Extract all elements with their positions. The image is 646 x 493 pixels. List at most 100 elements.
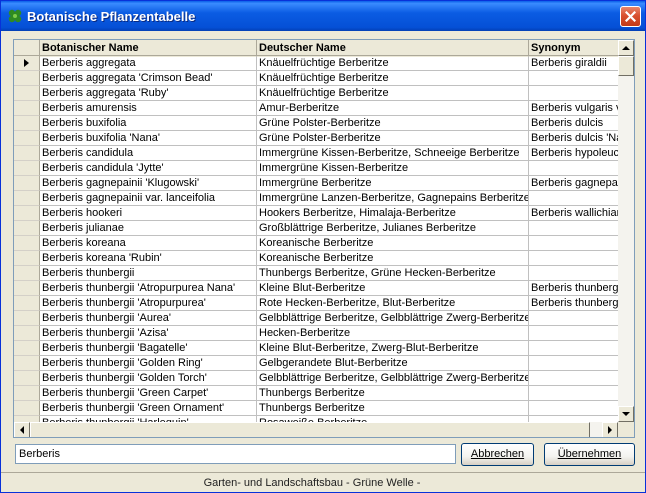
table-row[interactable]: Berberis koreana Koreanische Berberitze [14,236,618,251]
column-header-german-name[interactable]: Deutscher Name [257,40,529,56]
row-indicator[interactable] [14,296,40,311]
cell-german-name[interactable]: Immergrüne Kissen-Berberitze [257,161,529,176]
cell-botanical-name[interactable]: Berberis hookeri [40,206,257,221]
scroll-up-button[interactable] [618,40,634,56]
cell-synonym[interactable] [529,371,618,386]
cell-german-name[interactable]: Grüne Polster-Berberitze [257,116,529,131]
table-row[interactable]: Berberis hookeri Hookers Berberitze, Hima… [14,206,618,221]
cell-synonym[interactable] [529,356,618,371]
table-row[interactable]: Berberis thunbergii 'Bagatelle' Kleine Bl… [14,341,618,356]
cell-botanical-name[interactable]: Berberis gagnepainii var. lanceifolia [40,191,257,206]
row-indicator[interactable] [14,161,40,176]
cell-german-name[interactable]: Gelbblättrige Berberitze, Gelbblättrige … [257,371,529,386]
cell-synonym[interactable]: Berberis dulcis [529,116,618,131]
cell-german-name[interactable]: Immergrüne Lanzen-Berberitze, Gagnepains… [257,191,529,206]
cell-synonym[interactable] [529,311,618,326]
cell-botanical-name[interactable]: Berberis gagnepainii 'Klugowski' [40,176,257,191]
table-row[interactable]: Berberis gagnepainii var. lanceifolia Imm… [14,191,618,206]
cell-botanical-name[interactable]: Berberis buxifolia 'Nana' [40,131,257,146]
row-indicator[interactable] [14,116,40,131]
row-indicator[interactable] [14,386,40,401]
row-indicator[interactable] [14,56,40,71]
cell-botanical-name[interactable]: Berberis candidula 'Jytte' [40,161,257,176]
vertical-scroll-thumb[interactable] [618,56,634,76]
cell-synonym[interactable]: Berberis giraldii [529,56,618,71]
cell-botanical-name[interactable]: Berberis thunbergii 'Atropurpurea' [40,296,257,311]
cell-synonym[interactable]: Berberis dulcis 'Na [529,131,618,146]
search-input[interactable] [15,444,456,464]
table-row[interactable]: Berberis thunbergii 'Golden Torch' Gelbbl… [14,371,618,386]
row-indicator[interactable] [14,101,40,116]
row-indicator[interactable] [14,236,40,251]
table-row[interactable]: Berberis julianae Großblättrige Berberitz… [14,221,618,236]
scroll-down-button[interactable] [618,406,634,422]
table-row[interactable]: Berberis amurensis Amur-Berberitze Berberi… [14,101,618,116]
table-row[interactable]: Berberis aggregata 'Crimson Bead' Knäuelf… [14,71,618,86]
cell-synonym[interactable]: Berberis wallichian [529,206,618,221]
table-row[interactable]: Berberis thunbergii 'Aurea' Gelbblättrige… [14,311,618,326]
cell-botanical-name[interactable]: Berberis julianae [40,221,257,236]
cell-botanical-name[interactable]: Berberis thunbergii 'Green Ornament' [40,401,257,416]
row-indicator[interactable] [14,266,40,281]
cell-synonym[interactable] [529,71,618,86]
cell-botanical-name[interactable]: Berberis koreana [40,236,257,251]
cell-synonym[interactable]: Berberis thunbergii [529,296,618,311]
row-indicator[interactable] [14,221,40,236]
cell-german-name[interactable]: Immergrüne Berberitze [257,176,529,191]
cell-synonym[interactable] [529,251,618,266]
cell-synonym[interactable] [529,386,618,401]
table-row[interactable]: Berberis thunbergii Thunbergs Berberitze,… [14,266,618,281]
close-button[interactable] [620,6,641,27]
plant-table[interactable]: Botanischer Name Deutscher Name Synonym … [13,39,635,438]
cell-german-name[interactable]: Gelbblättrige Berberitze, Gelbblättrige … [257,311,529,326]
cell-synonym[interactable] [529,341,618,356]
cell-german-name[interactable]: Immergrüne Kissen-Berberitze, Schneeige … [257,146,529,161]
cell-synonym[interactable] [529,326,618,341]
row-indicator[interactable] [14,371,40,386]
table-row[interactable]: Berberis candidula Immergrüne Kissen-Berb… [14,146,618,161]
row-indicator[interactable] [14,311,40,326]
row-indicator[interactable] [14,86,40,101]
cell-german-name[interactable]: Koreanische Berberitze [257,251,529,266]
table-row[interactable]: Berberis thunbergii 'Atropurpurea Nana' K… [14,281,618,296]
cell-botanical-name[interactable]: Berberis aggregata [40,56,257,71]
horizontal-scrollbar[interactable] [14,422,618,437]
table-row[interactable]: Berberis gagnepainii 'Klugowski' Immergrü… [14,176,618,191]
cell-german-name[interactable]: Thunbergs Berberitze [257,401,529,416]
row-indicator[interactable] [14,251,40,266]
cell-german-name[interactable]: Großblättrige Berberitze, Julianes Berbe… [257,221,529,236]
row-indicator[interactable] [14,356,40,371]
row-indicator[interactable] [14,326,40,341]
row-indicator[interactable] [14,71,40,86]
cell-german-name[interactable]: Hookers Berberitze, Himalaja-Berberitze [257,206,529,221]
title-bar[interactable]: Botanische Pflanzentabelle [1,1,645,31]
row-indicator[interactable] [14,146,40,161]
scroll-right-button[interactable] [602,422,618,437]
cell-german-name[interactable]: Knäuelfrüchtige Berberitze [257,56,529,71]
row-indicator[interactable] [14,176,40,191]
cell-synonym[interactable] [529,266,618,281]
cell-synonym[interactable] [529,221,618,236]
horizontal-scroll-thumb[interactable] [30,422,590,437]
cell-synonym[interactable]: Berberis gagnepain [529,176,618,191]
cell-botanical-name[interactable]: Berberis aggregata 'Ruby' [40,86,257,101]
row-indicator[interactable] [14,206,40,221]
table-row[interactable]: Berberis thunbergii 'Green Ornament' Thun… [14,401,618,416]
cell-german-name[interactable]: Amur-Berberitze [257,101,529,116]
column-header-botanical-name[interactable]: Botanischer Name [40,40,257,56]
row-indicator[interactable] [14,131,40,146]
cell-botanical-name[interactable]: Berberis aggregata 'Crimson Bead' [40,71,257,86]
cell-botanical-name[interactable]: Berberis thunbergii 'Atropurpurea Nana' [40,281,257,296]
cell-botanical-name[interactable]: Berberis thunbergii 'Bagatelle' [40,341,257,356]
column-header-synonym[interactable]: Synonym [529,40,624,56]
scroll-left-button[interactable] [14,422,30,437]
cell-german-name[interactable]: Thunbergs Berberitze [257,386,529,401]
table-row[interactable]: Berberis aggregata 'Ruby' Knäuelfrüchtige… [14,86,618,101]
table-row[interactable]: Berberis thunbergii 'Atropurpurea' Rote H… [14,296,618,311]
table-row[interactable]: Berberis buxifolia 'Nana' Grüne Polster-B… [14,131,618,146]
cell-botanical-name[interactable]: Berberis koreana 'Rubin' [40,251,257,266]
table-row[interactable]: Berberis buxifolia Grüne Polster-Berberit… [14,116,618,131]
cell-synonym[interactable]: Berberis vulgaris v [529,101,618,116]
table-row[interactable]: Berberis candidula 'Jytte' Immergrüne Kis… [14,161,618,176]
cell-synonym[interactable]: Berberis hypoleuca [529,146,618,161]
